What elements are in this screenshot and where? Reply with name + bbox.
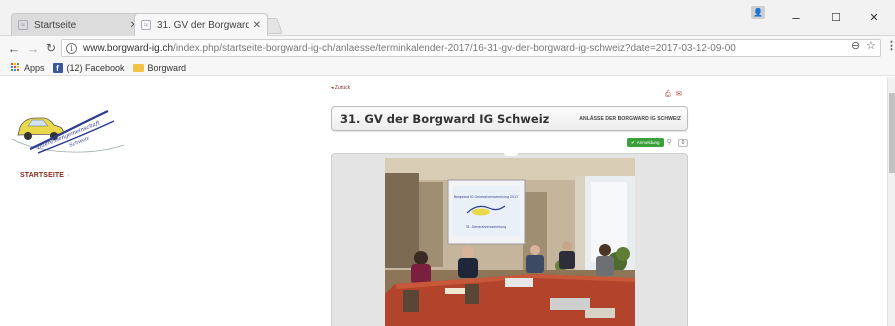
- address-bar[interactable]: i www.borgward-ig.ch/index.php/startseit…: [61, 39, 881, 57]
- bookmark-label: Apps: [24, 62, 45, 73]
- slide-text: 31. Generalversammlung: [466, 225, 507, 229]
- reload-icon[interactable]: ↻: [43, 40, 59, 56]
- page-favicon-icon: ≈: [18, 20, 28, 30]
- page-viewport: Interessengemeinschaft Schweiz STARTSEIT…: [0, 77, 895, 326]
- back-link[interactable]: ◂ Zurück: [331, 85, 350, 91]
- event-photo[interactable]: Borgward IG Generalversammlung 2017 31. …: [385, 158, 635, 326]
- scrollbar-thumb[interactable]: [889, 93, 895, 173]
- register-label: Anmeldung: [636, 140, 660, 145]
- apps-grid-icon: [11, 63, 20, 72]
- event-title: 31. GV der Borgward IG Schweiz: [340, 111, 550, 126]
- event-category-link[interactable]: ANLÄSSE DER BORGWARD IG SCHWEIZ: [579, 116, 681, 122]
- attendee-count: 0: [677, 138, 689, 147]
- email-icon[interactable]: ✉: [676, 91, 684, 98]
- slide-text: Borgward IG Generalversammlung 2017: [454, 195, 518, 199]
- event-actions: ✔ Anmeldung ⚲ 0: [627, 138, 689, 147]
- browser-toolbar: ← → ↻ i www.borgward-ig.ch/index.php/sta…: [0, 36, 895, 60]
- page-favicon-icon: ≈: [141, 20, 151, 30]
- chevron-right-icon: ›: [67, 172, 70, 179]
- bookmark-apps[interactable]: Apps: [11, 63, 45, 73]
- nav-item-startseite[interactable]: STARTSEITE ›: [20, 172, 69, 179]
- nav-item-label: STARTSEITE: [20, 172, 65, 179]
- event-header: 31. GV der Borgward IG Schweiz ANLÄSSE D…: [331, 106, 688, 131]
- borgward-ig-logo[interactable]: Interessengemeinschaft Schweiz: [8, 101, 128, 159]
- close-window-button[interactable]: ✕: [860, 8, 888, 26]
- tab-title: Startseite: [34, 19, 77, 31]
- profile-icon[interactable]: 👤: [751, 6, 765, 19]
- tab-close-icon[interactable]: ✕: [253, 20, 261, 31]
- bookmark-label: (12) Facebook: [66, 62, 125, 73]
- facebook-icon: f: [52, 62, 63, 73]
- address-url: www.borgward-ig.ch/index.php/startseite-…: [83, 42, 736, 54]
- star-icon[interactable]: ☆: [866, 39, 876, 52]
- tab-event[interactable]: ≈ 31. GV der Borgward IG S ✕: [134, 13, 268, 36]
- bookmark-facebook[interactable]: f (12) Facebook: [52, 62, 125, 73]
- page-scrollbar[interactable]: [887, 77, 895, 326]
- tab-startseite[interactable]: ≈ Startseite ✕: [11, 13, 145, 36]
- info-icon[interactable]: i: [66, 42, 77, 54]
- article-tools: ⎙ ✉: [665, 91, 684, 98]
- forward-arrow-icon[interactable]: →: [25, 40, 41, 56]
- bookmark-borgward[interactable]: Borgward: [132, 62, 187, 73]
- folder-icon: [132, 63, 144, 72]
- attendees-icon[interactable]: ⚲: [667, 139, 675, 147]
- register-button[interactable]: ✔ Anmeldung: [627, 138, 664, 147]
- browser-titlebar: ≈ Startseite ✕ ≈ 31. GV der Borgward IG …: [0, 0, 895, 36]
- bookmark-label: Borgward: [147, 62, 187, 73]
- minimize-button[interactable]: –: [782, 8, 810, 26]
- menu-icon[interactable]: ⋮: [886, 39, 895, 52]
- maximize-button[interactable]: ☐: [822, 8, 850, 26]
- event-photo-panel: Borgward IG Generalversammlung 2017 31. …: [331, 153, 688, 326]
- tab-title: 31. GV der Borgward IG S: [157, 19, 249, 31]
- bookmarks-bar: Apps f (12) Facebook Borgward: [0, 60, 895, 76]
- checkmark-icon: ✔: [631, 139, 635, 145]
- back-arrow-icon[interactable]: ←: [6, 40, 22, 56]
- panel-notch: [504, 153, 518, 156]
- print-icon[interactable]: ⎙: [665, 91, 673, 98]
- zoom-icon[interactable]: ⊖: [851, 39, 860, 52]
